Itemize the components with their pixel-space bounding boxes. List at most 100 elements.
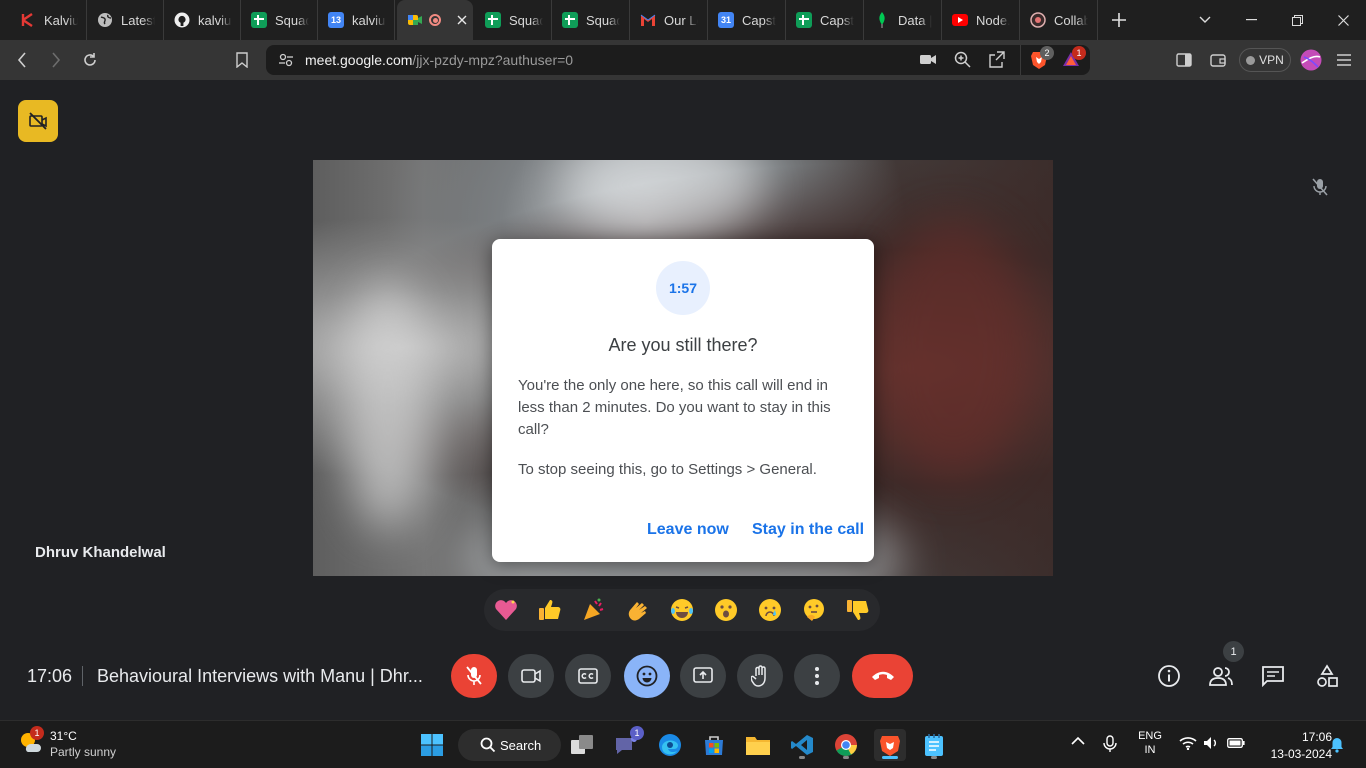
reload-button[interactable]	[78, 48, 102, 72]
vpn-button[interactable]: VPN	[1239, 48, 1291, 72]
microphone-tray-icon[interactable]	[1103, 735, 1117, 753]
reaction-sparkling-heart[interactable]	[490, 594, 522, 626]
close-window-button[interactable]	[1320, 0, 1366, 40]
activities-button[interactable]	[1309, 658, 1345, 694]
captions-button[interactable]	[565, 654, 611, 698]
meeting-details-button[interactable]	[1151, 658, 1187, 694]
volume-icon[interactable]	[1203, 736, 1219, 750]
new-tab-button[interactable]	[1096, 0, 1142, 40]
zoom-icon[interactable]	[954, 51, 971, 68]
tab-search-chevron-icon[interactable]	[1182, 0, 1228, 40]
edge-browser-icon[interactable]	[654, 729, 686, 761]
menu-icon[interactable]	[1332, 48, 1356, 72]
share-icon[interactable]	[988, 51, 1005, 68]
countdown-timer: 1:57	[656, 261, 710, 315]
emoji-reactions-button[interactable]	[624, 654, 670, 698]
tab-label: Data |	[898, 12, 932, 28]
youtube-icon	[952, 12, 968, 28]
reaction-laughing-face[interactable]	[666, 594, 698, 626]
vscode-icon[interactable]	[786, 729, 818, 761]
google-meet-page: Dhruv Khandelwal 1:57 Are you still ther…	[0, 80, 1366, 720]
google-meet-icon	[407, 12, 423, 28]
tab-label: Node.	[976, 12, 1010, 28]
tab-label: Our Le	[664, 12, 698, 28]
tab-collab[interactable]: Collab	[1020, 0, 1098, 40]
profile-avatar[interactable]	[1299, 48, 1323, 72]
tab-google-meet-active[interactable]	[397, 0, 473, 40]
tab-label: Latest	[121, 12, 155, 28]
tab-sheets-squad-1[interactable]: Squad	[241, 0, 318, 40]
wallet-icon[interactable]	[1206, 48, 1230, 72]
tab-label: Capsto	[742, 12, 776, 28]
more-options-button[interactable]	[794, 654, 840, 698]
tab-youtube-node[interactable]: Node.	[942, 0, 1020, 40]
reaction-thinking-face[interactable]	[798, 594, 830, 626]
notepad-icon[interactable]	[918, 729, 950, 761]
tab-mongodb-data[interactable]: Data |	[864, 0, 942, 40]
leave-now-button[interactable]: Leave now	[647, 521, 729, 539]
people-button[interactable]	[1203, 658, 1239, 694]
tab-calendar-capstone[interactable]: 31 Capsto	[708, 0, 786, 40]
file-explorer-icon[interactable]	[742, 729, 774, 761]
reaction-clapping-hands[interactable]	[622, 594, 654, 626]
tab-gmail[interactable]: Our Le	[630, 0, 708, 40]
bookmark-icon[interactable]	[230, 48, 254, 72]
browser-tab-strip: Kalviu Latest kalviu Squad 13 kalviu Squ…	[0, 0, 1366, 40]
raise-hand-button[interactable]	[737, 654, 783, 698]
weather-widget[interactable]: 1	[18, 726, 44, 754]
teams-chat-icon[interactable]: 1	[610, 726, 644, 761]
tab-kalvium-1[interactable]: Kalviu	[10, 0, 87, 40]
show-hidden-icons-chevron[interactable]	[1071, 736, 1085, 746]
tab-sheets-capstone[interactable]: Capsto	[786, 0, 864, 40]
camera-in-use-icon[interactable]	[920, 53, 936, 66]
reaction-party-popper[interactable]	[578, 594, 610, 626]
tab-label: Squad	[509, 12, 543, 28]
site-settings-icon[interactable]	[278, 52, 294, 68]
tab-sheets-squad-3[interactable]: Squad	[552, 0, 630, 40]
chrome-icon[interactable]	[830, 729, 862, 761]
language-code: ENG	[1138, 730, 1162, 742]
windows-taskbar: 1 31°C Partly sunny Search 1 ENG IN 17:0…	[0, 720, 1366, 768]
camera-toggle-button[interactable]	[508, 654, 554, 698]
forward-button[interactable]	[44, 48, 68, 72]
system-clock[interactable]: 17:06 13-03-2024	[1252, 730, 1332, 761]
url-text[interactable]: meet.google.com/jjx-pzdy-mpz?authuser=0	[305, 52, 573, 68]
tab-calendar-kalvium[interactable]: 13 kalviu	[318, 0, 395, 40]
language-indicator[interactable]: ENG IN	[1138, 730, 1162, 756]
sidebar-toggle-icon[interactable]	[1172, 48, 1196, 72]
reaction-crying-face[interactable]	[754, 594, 786, 626]
back-button[interactable]	[10, 48, 34, 72]
end-call-button[interactable]	[852, 654, 913, 698]
reaction-thumbs-up[interactable]	[534, 594, 566, 626]
stay-in-call-button[interactable]: Stay in the call	[752, 521, 864, 539]
battery-icon[interactable]	[1227, 738, 1245, 748]
wifi-icon[interactable]	[1179, 736, 1197, 750]
close-tab-icon[interactable]	[457, 15, 467, 25]
microphone-toggle-button[interactable]	[451, 654, 497, 698]
gmail-icon	[640, 12, 656, 28]
present-screen-button[interactable]	[680, 654, 726, 698]
notification-bell-icon[interactable]	[1330, 737, 1344, 753]
microsoft-store-icon[interactable]	[698, 729, 730, 761]
camera-off-badge[interactable]	[18, 100, 58, 142]
minimize-button[interactable]	[1228, 0, 1274, 40]
brave-rewards-icon[interactable]: 1	[1062, 46, 1086, 67]
collab-icon	[1030, 12, 1046, 28]
tab-latest[interactable]: Latest	[87, 0, 164, 40]
meeting-title[interactable]: Behavioural Interviews with Manu | Dhr..…	[97, 666, 423, 687]
start-button[interactable]	[416, 729, 448, 761]
tab-github[interactable]: kalviu	[164, 0, 241, 40]
brave-browser-icon[interactable]	[874, 729, 906, 761]
reaction-thumbs-down[interactable]	[842, 594, 874, 626]
task-view-icon[interactable]	[566, 729, 598, 761]
reaction-surprised-face[interactable]	[710, 594, 742, 626]
address-bar[interactable]: meet.google.com/jjx-pzdy-mpz?authuser=0 …	[266, 45, 1090, 75]
search-box[interactable]: Search	[458, 729, 561, 761]
calendar-icon: 13	[328, 12, 344, 28]
chat-button[interactable]	[1255, 658, 1291, 694]
weather-badge: 1	[30, 726, 44, 740]
tab-sheets-squad-2[interactable]: Squad	[475, 0, 552, 40]
restore-button[interactable]	[1274, 0, 1320, 40]
brave-shields-icon[interactable]: 2	[1030, 46, 1054, 70]
vpn-label: VPN	[1259, 53, 1284, 67]
